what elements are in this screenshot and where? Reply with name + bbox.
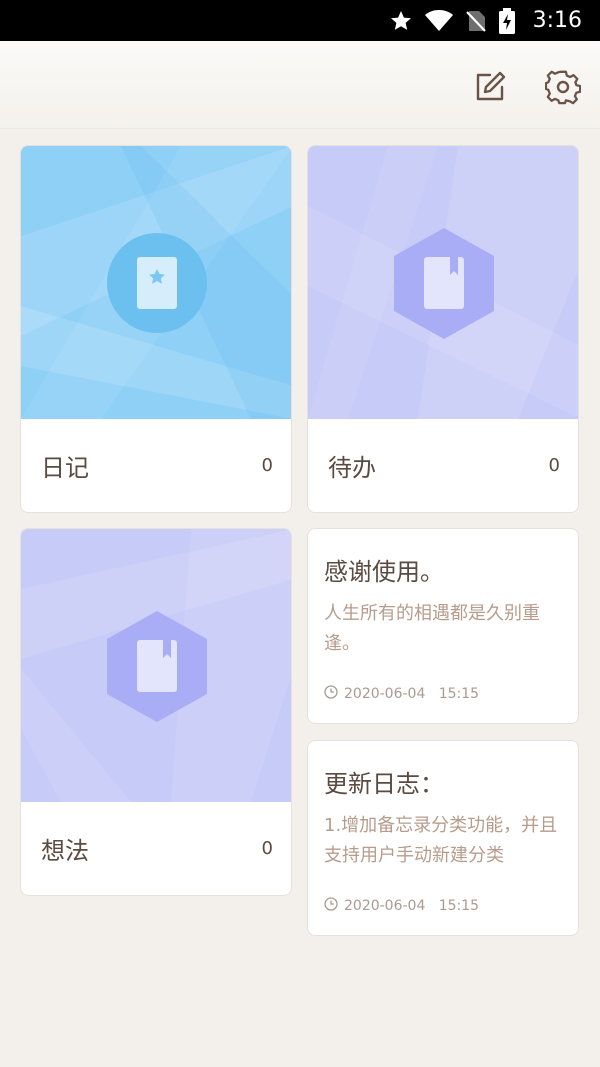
star-book-icon <box>137 257 177 313</box>
category-title: 想法 <box>41 837 89 865</box>
no-sim-icon <box>465 9 487 33</box>
category-count: 0 <box>261 455 273 476</box>
note-card[interactable]: 更新日志： 1.增加备忘录分类功能，并且支持用户手动新建分类 2020-06-0… <box>307 740 579 936</box>
bookmark-book-icon <box>137 640 177 696</box>
wifi-icon <box>424 9 453 33</box>
card-artwork <box>21 146 291 419</box>
note-body: 人生所有的相遇都是久别重逢。 <box>324 603 540 654</box>
clock-icon <box>324 897 338 915</box>
category-footer: 待办 0 <box>308 419 578 512</box>
category-title: 待办 <box>328 454 376 482</box>
app-toolbar <box>0 41 600 129</box>
edit-icon[interactable] <box>472 69 508 105</box>
settings-gear-icon[interactable] <box>545 69 581 105</box>
battery-charging-icon <box>498 7 515 34</box>
note-title: 感谢使用。 <box>324 558 444 586</box>
clock-icon <box>324 685 338 703</box>
card-artwork <box>308 146 578 419</box>
category-title: 日记 <box>41 454 89 482</box>
bookmark-book-icon <box>424 257 464 313</box>
note-date-text: 2020-06-04 15:15 <box>344 686 480 702</box>
category-card-ideas[interactable]: 想法 0 <box>20 528 292 896</box>
note-timestamp: 2020-06-04 15:15 <box>324 897 479 915</box>
category-footer: 想法 0 <box>21 802 291 895</box>
note-card[interactable]: 感谢使用。 人生所有的相遇都是久别重逢。 2020-06-04 15:15 <box>307 528 579 724</box>
status-bar: 3:16 <box>0 0 600 41</box>
category-card-todo[interactable]: 待办 0 <box>307 145 579 513</box>
note-body: 1.增加备忘录分类功能，并且支持用户手动新建分类 <box>324 815 558 866</box>
category-count: 0 <box>261 838 273 859</box>
note-timestamp: 2020-06-04 15:15 <box>324 685 479 703</box>
note-date-text: 2020-06-04 15:15 <box>344 898 480 914</box>
category-footer: 日记 0 <box>21 419 291 512</box>
category-count: 0 <box>548 455 560 476</box>
card-artwork <box>21 529 291 802</box>
note-title: 更新日志： <box>324 770 444 798</box>
star-icon <box>389 9 413 33</box>
clock-time: 3:16 <box>532 8 582 33</box>
category-card-diary[interactable]: 日记 0 <box>20 145 292 513</box>
